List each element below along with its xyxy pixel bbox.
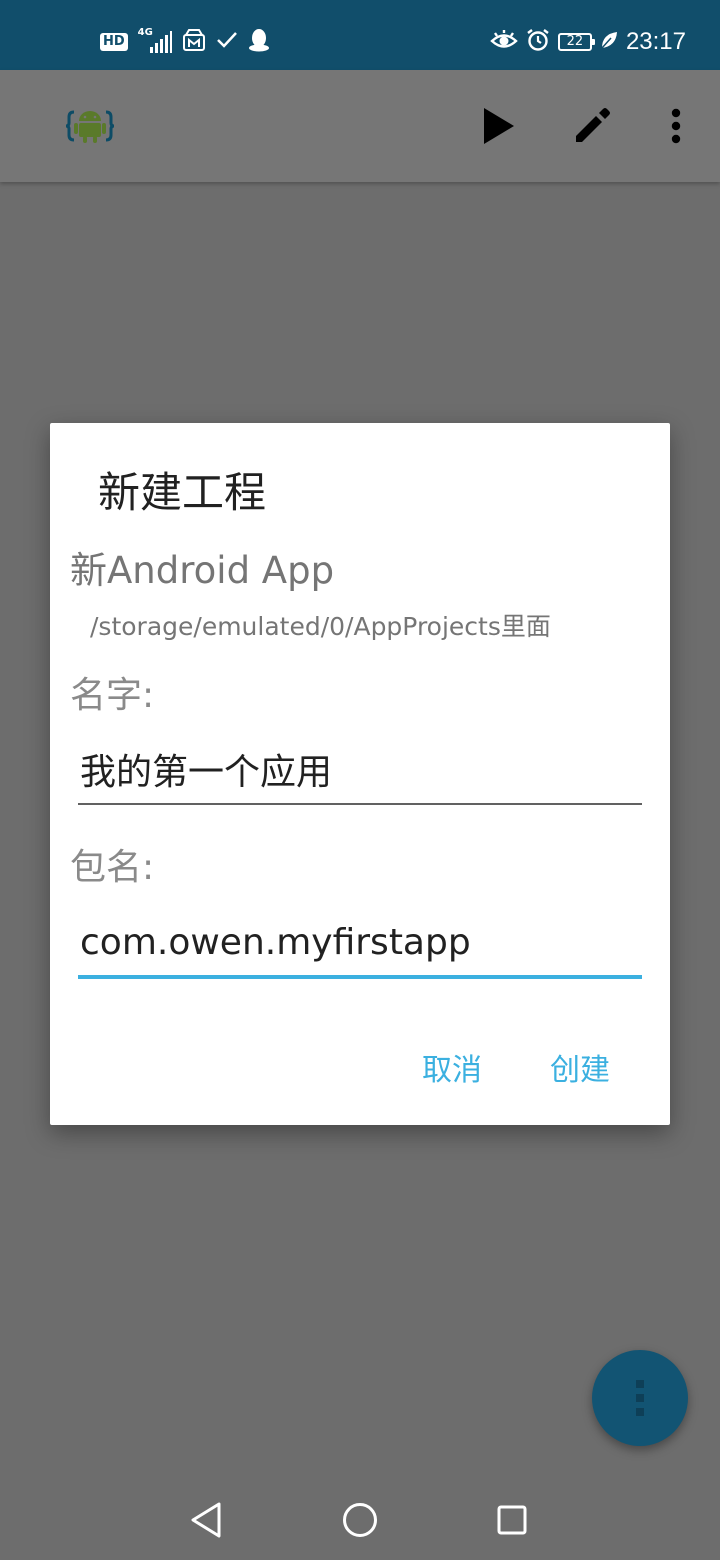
- play-icon: [484, 108, 514, 144]
- recent-square-icon: [497, 1505, 527, 1535]
- home-button[interactable]: [338, 1498, 382, 1542]
- cancel-button[interactable]: 取消: [422, 1041, 482, 1101]
- battery-icon: 22: [557, 33, 595, 51]
- package-label: 包名:: [70, 847, 155, 888]
- status-bar: HD 4G 22 23:17: [0, 0, 720, 70]
- eye-comfort-icon: [490, 28, 518, 56]
- recent-apps-button[interactable]: [490, 1498, 534, 1542]
- app-toolbar: [0, 70, 720, 182]
- new-project-dialog: 新建工程 新Android App /storage/emulated/0/Ap…: [50, 423, 670, 1125]
- status-right-icons: 22 23:17: [490, 26, 686, 58]
- status-time: 23:17: [625, 28, 686, 55]
- qq-penguin-icon: [248, 28, 270, 56]
- check-icon: [216, 31, 238, 53]
- package-name-input[interactable]: [78, 909, 642, 979]
- more-options-button[interactable]: [652, 102, 700, 150]
- leaf-icon: [600, 30, 618, 54]
- app-name-input[interactable]: [78, 735, 642, 805]
- project-type-label: 新Android App: [70, 549, 335, 592]
- hd-badge: HD: [100, 33, 128, 51]
- alarm-clock-icon: [526, 28, 550, 56]
- run-button[interactable]: [474, 102, 522, 150]
- signal-icon: 4G: [138, 28, 172, 55]
- navigation-bar: [0, 1480, 720, 1560]
- edit-button[interactable]: [568, 102, 616, 150]
- name-label: 名字:: [70, 675, 155, 716]
- android-logo-icon: [65, 106, 115, 146]
- pencil-icon: [576, 108, 610, 142]
- mail-app-icon: [182, 29, 206, 55]
- dialog-title: 新建工程: [98, 468, 267, 517]
- back-triangle-icon: [191, 1502, 221, 1538]
- project-path-label: /storage/emulated/0/AppProjects里面: [90, 612, 551, 641]
- floating-action-button[interactable]: [592, 1350, 688, 1446]
- home-circle-icon: [343, 1503, 377, 1537]
- create-button[interactable]: 创建: [550, 1041, 610, 1101]
- more-vert-icon: [671, 108, 681, 144]
- status-left-icons: HD 4G: [100, 28, 270, 56]
- more-vert-icon: [636, 1380, 644, 1416]
- back-button[interactable]: [184, 1498, 228, 1542]
